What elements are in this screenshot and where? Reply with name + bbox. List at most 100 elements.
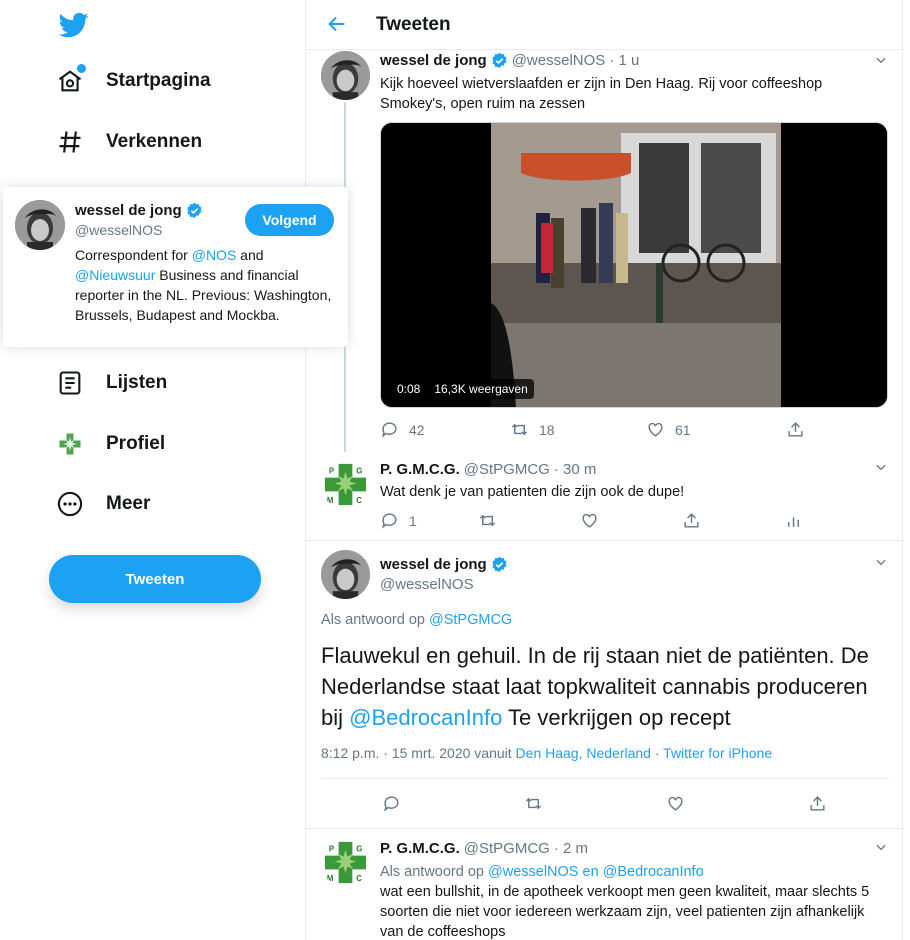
retweet-button[interactable] xyxy=(478,511,580,530)
like-button[interactable]: 61 xyxy=(646,420,786,439)
tweet-text-large: Flauwekul en gehuil. In de rij staan nie… xyxy=(321,643,869,730)
profile-bio: Correspondent for @NOS and @Nieuwsuur Bus… xyxy=(75,247,332,323)
mention-link[interactable]: @Nieuwsuur xyxy=(75,267,155,283)
reply-button[interactable]: 42 xyxy=(380,420,510,439)
video-duration: 0:08 xyxy=(397,382,421,396)
avatar[interactable] xyxy=(321,51,370,100)
avatar[interactable]: P G M C xyxy=(321,460,370,509)
tweet-actions: 42 18 61 xyxy=(380,420,805,439)
chevron-down-icon[interactable] xyxy=(874,555,888,569)
tweet-header: P. G.M.C.G. @StPGMCG · 30 m xyxy=(380,461,596,478)
tweet-author-name[interactable]: P. G.M.C.G. xyxy=(380,461,460,478)
twitter-logo-icon[interactable] xyxy=(58,10,90,40)
hashtag-icon xyxy=(56,128,84,156)
following-button[interactable]: Volgend xyxy=(245,204,334,236)
nav-item-meer[interactable]: Meer xyxy=(56,490,150,518)
tweet-author-name[interactable]: wessel de jong xyxy=(380,556,487,573)
source-link[interactable]: Twitter for iPhone xyxy=(663,745,772,761)
nav-item-startpagina[interactable]: Startpagina xyxy=(56,64,211,95)
reply-button[interactable]: 1 xyxy=(380,511,478,530)
nav-label: Verkennen xyxy=(106,131,203,152)
like-button[interactable] xyxy=(666,794,808,813)
nav-label: Meer xyxy=(106,493,151,514)
main-column: Tweeten wessel de jong @wesselNOS · 1 u … xyxy=(305,0,904,940)
mention-link[interactable]: @NOS xyxy=(192,247,237,263)
avatar[interactable] xyxy=(321,550,370,599)
more-icon xyxy=(56,490,84,518)
analytics-button[interactable] xyxy=(784,511,803,530)
svg-text:C: C xyxy=(356,496,362,505)
tweet-text: Wat denk je van patienten die zijn ook d… xyxy=(380,484,685,500)
mention-link[interactable]: @StPGMCG xyxy=(429,612,512,628)
tweet-handle[interactable]: @wesselNOS xyxy=(512,52,606,69)
share-button[interactable] xyxy=(786,420,805,439)
chevron-down-icon[interactable] xyxy=(874,53,888,67)
tweet-header: P. G.M.C.G. @StPGMCG · 2 m xyxy=(380,840,588,857)
mention-link[interactable]: @BedrocanInfo xyxy=(349,705,502,730)
nav-label: Startpagina xyxy=(106,70,211,91)
nav-item-profiel[interactable]: Profiel xyxy=(56,430,165,458)
chevron-down-icon[interactable] xyxy=(874,840,888,854)
tweet-text: wat een bullshit, in de apotheek verkoop… xyxy=(380,884,870,940)
divider xyxy=(306,828,904,829)
reply-context: Als antwoord op @wesselNOS en @BedrocanI… xyxy=(380,864,704,880)
tweet-time[interactable]: · 30 m xyxy=(554,461,597,478)
profile-avatar-icon xyxy=(56,430,84,458)
mention-link[interactable]: @wesselNOS en @BedrocanInfo xyxy=(488,864,704,880)
chevron-down-icon[interactable] xyxy=(874,460,888,474)
tweet-author-name[interactable]: wessel de jong xyxy=(380,52,487,69)
heart-icon xyxy=(668,796,683,811)
profile-name[interactable]: wessel de jong xyxy=(75,202,203,219)
heart-icon xyxy=(648,422,663,437)
notification-dot xyxy=(77,64,86,73)
reply-button[interactable] xyxy=(382,794,524,813)
video-views: 16,3K weergaven xyxy=(434,382,528,396)
retweet-button[interactable]: 18 xyxy=(510,420,646,439)
tweet-header: wessel de jong @wesselNOS · 1 u xyxy=(380,52,639,69)
reply-icon xyxy=(381,422,397,438)
share-icon xyxy=(684,513,699,528)
location-link[interactable]: Den Haag, Nederland xyxy=(516,745,651,761)
tweet-header: wessel de jong xyxy=(380,556,508,573)
page-title: Tweeten xyxy=(376,14,451,35)
list-icon xyxy=(56,369,84,397)
share-icon xyxy=(810,796,825,811)
like-button[interactable] xyxy=(580,511,682,530)
reply-icon xyxy=(383,796,399,812)
tweet-handle[interactable]: @StPGMCG xyxy=(464,840,550,857)
avatar[interactable] xyxy=(15,200,65,250)
tweet-text: Kijk hoeveel wietverslaafden er zijn in … xyxy=(380,76,823,112)
share-button[interactable] xyxy=(808,794,827,813)
svg-text:G: G xyxy=(356,845,362,854)
share-button[interactable] xyxy=(682,511,784,530)
tweet-author-name[interactable]: P. G.M.C.G. xyxy=(380,840,460,857)
verified-badge-icon xyxy=(492,52,507,69)
profile-hover-card: wessel de jong @wesselNOS Volgend Corres… xyxy=(3,187,348,347)
tweet-meta: 8:12 p.m. · 15 mrt. 2020 vanuit Den Haag… xyxy=(321,745,773,761)
tweet-time[interactable]: · 2 m xyxy=(554,840,588,857)
tweet-handle[interactable]: @wesselNOS xyxy=(380,576,474,593)
home-icon xyxy=(56,64,86,95)
reply-context: Als antwoord op @StPGMCG xyxy=(321,612,513,628)
sidebar: Startpagina Verkennen Lijsten Profiel Me… xyxy=(0,0,305,940)
tweet-handle[interactable]: @StPGMCG xyxy=(464,461,550,478)
retweet-icon xyxy=(525,797,542,810)
tweet-time[interactable]: · 1 u xyxy=(609,52,639,69)
svg-text:C: C xyxy=(356,874,362,883)
divider xyxy=(306,540,904,541)
nav-item-lijsten[interactable]: Lijsten xyxy=(56,369,167,397)
tweet-video[interactable]: 0:08 16,3K weergaven xyxy=(380,122,888,408)
video-info-badge: 0:08 16,3K weergaven xyxy=(391,379,534,399)
tweet-compose-button[interactable]: Tweeten xyxy=(49,555,261,603)
avatar[interactable]: P G M C xyxy=(321,838,370,887)
nav-label: Lijsten xyxy=(106,372,168,393)
divider xyxy=(321,778,889,779)
nav-item-verkennen[interactable]: Verkennen xyxy=(56,128,202,156)
svg-text:M: M xyxy=(327,496,334,505)
retweet-icon xyxy=(479,514,496,527)
back-arrow-icon[interactable] xyxy=(326,13,348,35)
analytics-icon xyxy=(788,517,799,527)
svg-text:P: P xyxy=(329,467,334,476)
svg-text:M: M xyxy=(327,874,334,883)
retweet-button[interactable] xyxy=(524,794,666,813)
